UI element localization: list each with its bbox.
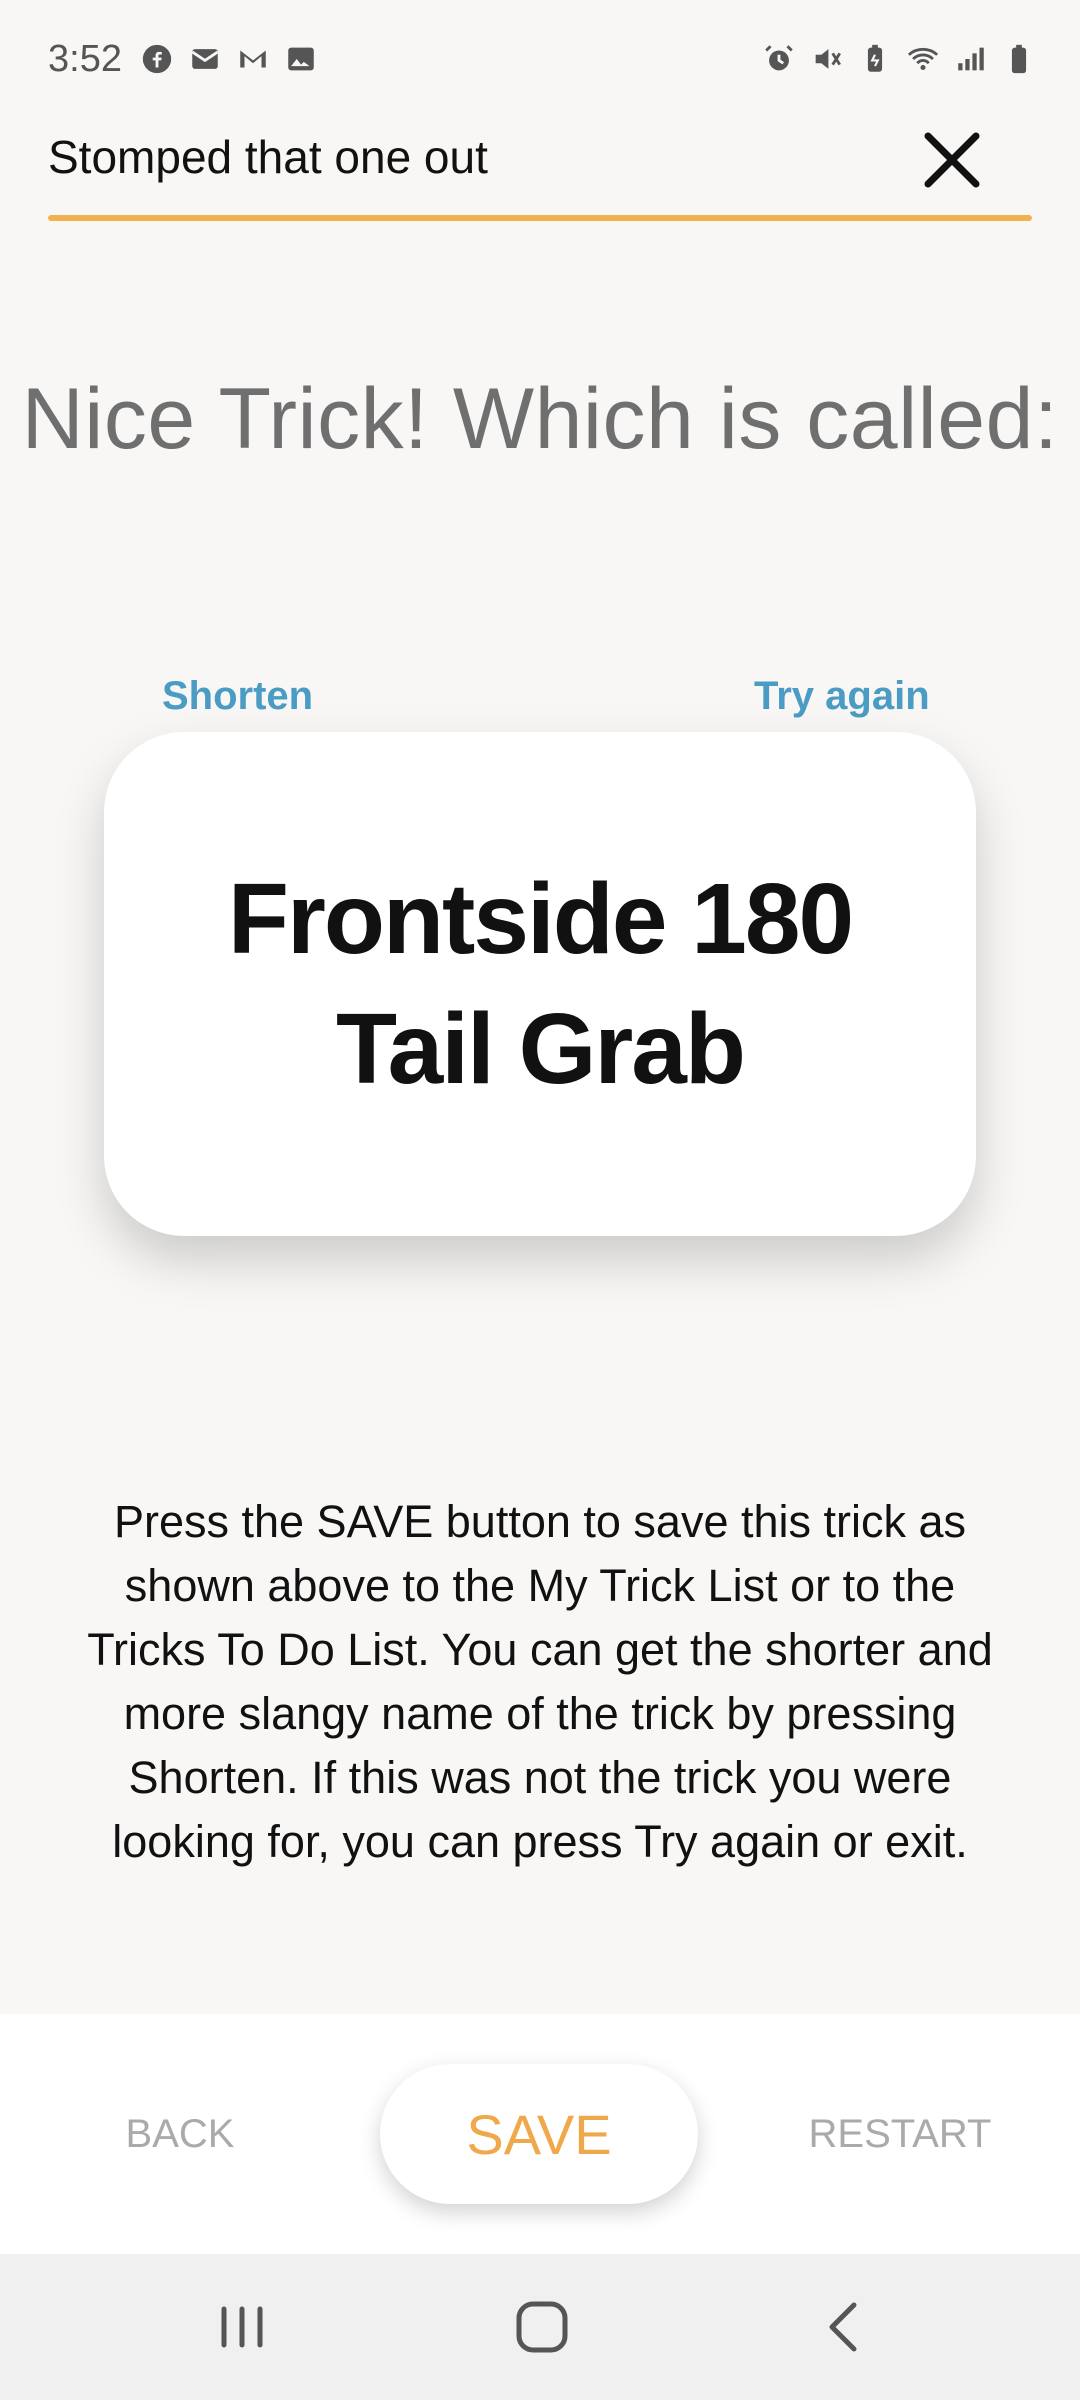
close-button[interactable]: [912, 120, 992, 200]
instructions-text: Press the SAVE button to save this trick…: [87, 1496, 993, 1867]
signal-icon: [954, 42, 988, 76]
status-time: 3:52: [48, 38, 122, 80]
trick-name: Frontside 180 Tail Grab: [227, 863, 854, 1105]
headline: Nice Trick! Which is called:: [21, 371, 1059, 467]
header: Stomped that one out: [48, 120, 1032, 220]
facebook-icon: [140, 42, 174, 76]
header-title: Stomped that one out: [48, 131, 488, 183]
shorten-link[interactable]: Shorten: [162, 674, 313, 719]
trick-card: Frontside 180 Tail Grab: [104, 732, 976, 1236]
notification-icons: [140, 42, 318, 76]
header-underline: [48, 215, 1032, 221]
system-nav-bar: [0, 2254, 1080, 2400]
save-button[interactable]: SAVE: [380, 2064, 698, 2204]
status-bar: 3:52: [0, 0, 1080, 120]
restart-button[interactable]: RESTART: [800, 2014, 1000, 2254]
image-icon: [284, 42, 318, 76]
back-button[interactable]: BACK: [80, 2014, 280, 2254]
home-icon: [516, 2301, 568, 2353]
recent-apps-icon: [221, 2306, 263, 2348]
bottom-action-bar: BACK SAVE RESTART: [0, 2014, 1080, 2254]
system-icons: [762, 42, 1036, 76]
gmail-icon: [236, 42, 270, 76]
mute-icon: [810, 42, 844, 76]
battery-saver-icon: [858, 42, 892, 76]
alarm-icon: [762, 42, 796, 76]
close-icon: [924, 132, 980, 188]
try-again-link[interactable]: Try again: [754, 674, 930, 719]
back-arrow-icon: [829, 2302, 857, 2352]
back-nav-button[interactable]: [764, 2254, 924, 2400]
email-icon: [188, 42, 222, 76]
battery-icon: [1002, 42, 1036, 76]
recent-apps-button[interactable]: [162, 2254, 322, 2400]
home-button[interactable]: [462, 2254, 622, 2400]
wifi-icon: [906, 42, 940, 76]
